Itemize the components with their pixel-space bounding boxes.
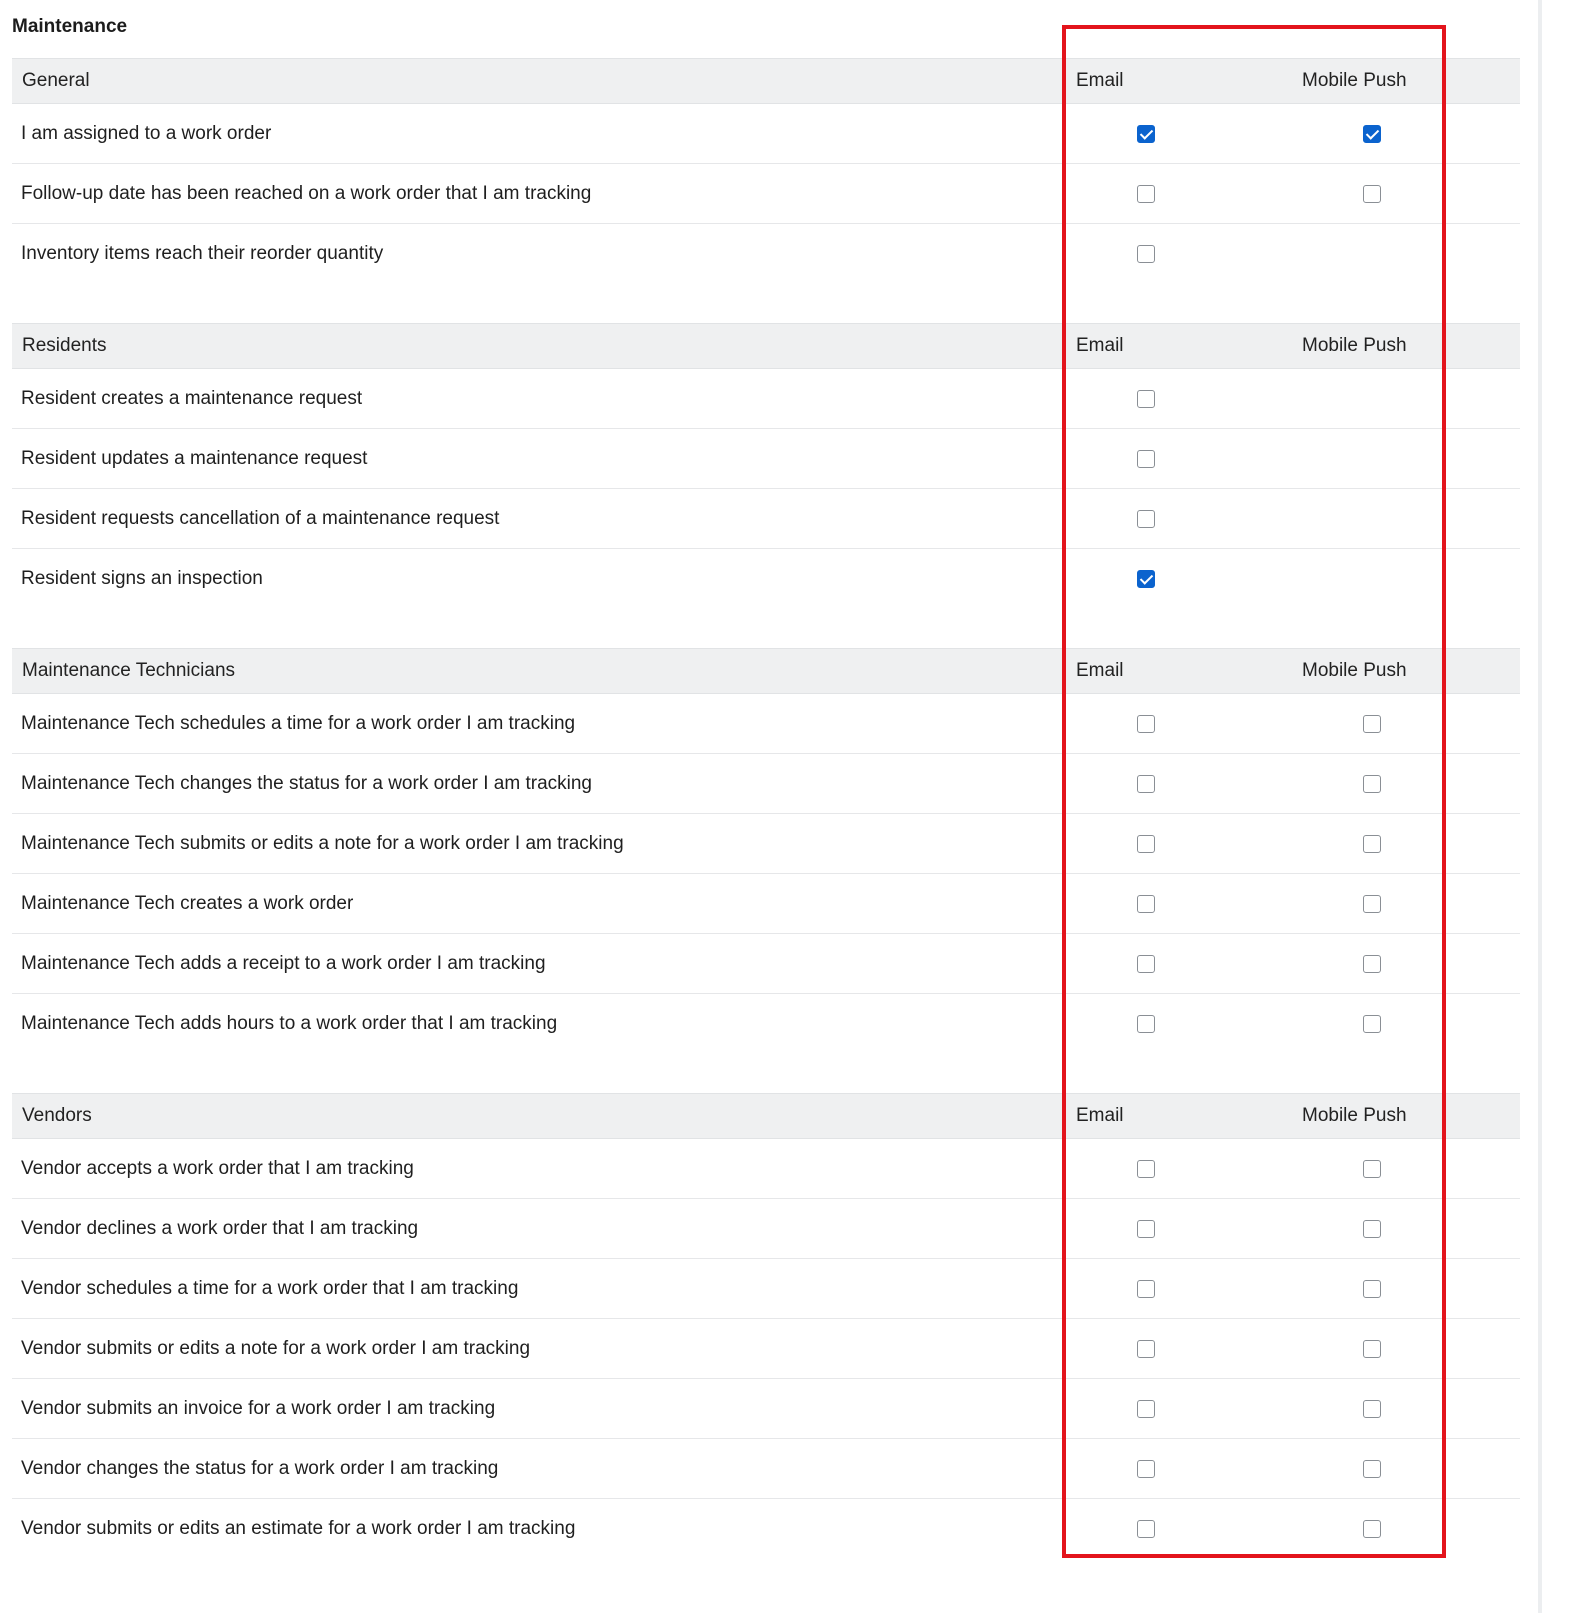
section-title: Maintenance Technicians [22, 660, 236, 681]
email-checkbox[interactable] [1137, 1460, 1155, 1478]
notification-label: Resident requests cancellation of a main… [21, 508, 500, 529]
table-row: Follow-up date has been reached on a wor… [12, 164, 1520, 224]
notification-label: Vendor schedules a time for a work order… [21, 1278, 519, 1299]
table-row: I am assigned to a work order [12, 104, 1520, 164]
mobile-push-checkbox[interactable] [1363, 1340, 1381, 1358]
notification-label: Maintenance Tech schedules a time for a … [21, 713, 576, 734]
email-checkbox[interactable] [1137, 570, 1155, 588]
table-row: Resident requests cancellation of a main… [12, 489, 1520, 549]
table-row: Vendor changes the status for a work ord… [12, 1439, 1520, 1499]
notification-label: Maintenance Tech adds hours to a work or… [21, 1013, 558, 1034]
notification-label: I am assigned to a work order [21, 123, 272, 144]
email-checkbox[interactable] [1137, 245, 1155, 263]
email-checkbox[interactable] [1137, 715, 1155, 733]
email-checkbox[interactable] [1137, 1280, 1155, 1298]
section-header: Maintenance Technicians Email Mobile Push [12, 648, 1520, 694]
notification-label: Inventory items reach their reorder quan… [21, 243, 384, 264]
section-title: Vendors [22, 1105, 92, 1126]
table-row: Maintenance Tech schedules a time for a … [12, 694, 1520, 754]
table-row: Maintenance Tech changes the status for … [12, 754, 1520, 814]
column-header-email: Email [1076, 70, 1124, 91]
section-residents: Residents Email Mobile Push Resident create… [12, 323, 1520, 609]
mobile-push-checkbox[interactable] [1363, 955, 1381, 973]
column-header-mobile-push: Mobile Push [1302, 70, 1407, 91]
table-row: Vendor declines a work order that I am t… [12, 1199, 1520, 1259]
notification-label: Maintenance Tech creates a work order [21, 893, 354, 914]
email-checkbox[interactable] [1137, 1340, 1155, 1358]
table-row: Resident creates a maintenance request [12, 369, 1520, 429]
email-checkbox[interactable] [1137, 125, 1155, 143]
email-checkbox[interactable] [1137, 185, 1155, 203]
column-header-email: Email [1076, 1105, 1124, 1126]
section-title: Residents [22, 335, 107, 356]
notification-label: Resident updates a maintenance request [21, 448, 368, 469]
email-checkbox[interactable] [1137, 835, 1155, 853]
table-row: Maintenance Tech adds hours to a work or… [12, 994, 1520, 1054]
notification-label: Maintenance Tech changes the status for … [21, 773, 593, 794]
table-row: Resident updates a maintenance request [12, 429, 1520, 489]
notification-label: Vendor accepts a work order that I am tr… [21, 1158, 414, 1179]
column-header-email: Email [1076, 660, 1124, 681]
email-checkbox[interactable] [1137, 1220, 1155, 1238]
email-checkbox[interactable] [1137, 955, 1155, 973]
notification-label: Resident signs an inspection [21, 568, 263, 589]
mobile-push-checkbox[interactable] [1363, 185, 1381, 203]
section-maintenance-technicians: Maintenance Technicians Email Mobile Push M… [12, 648, 1520, 1054]
section-header: Vendors Email Mobile Push [12, 1093, 1520, 1139]
table-row: Vendor submits an invoice for a work ord… [12, 1379, 1520, 1439]
mobile-push-checkbox[interactable] [1363, 1220, 1381, 1238]
table-row: Vendor accepts a work order that I am tr… [12, 1139, 1520, 1199]
table-row: Resident signs an inspection [12, 549, 1520, 609]
column-header-mobile-push: Mobile Push [1302, 335, 1407, 356]
email-checkbox[interactable] [1137, 510, 1155, 528]
notification-label: Vendor declines a work order that I am t… [21, 1218, 419, 1239]
email-checkbox[interactable] [1137, 450, 1155, 468]
mobile-push-checkbox[interactable] [1363, 125, 1381, 143]
table-row: Vendor submits or edits an estimate for … [12, 1499, 1520, 1559]
email-checkbox[interactable] [1137, 1160, 1155, 1178]
section-header: General Email Mobile Push [12, 58, 1520, 104]
table-row: Maintenance Tech creates a work order [12, 874, 1520, 934]
email-checkbox[interactable] [1137, 775, 1155, 793]
section-general: General Email Mobile Push I am assigned to … [12, 58, 1520, 284]
notification-label: Follow-up date has been reached on a wor… [21, 183, 592, 204]
table-row: Vendor submits or edits a note for a wor… [12, 1319, 1520, 1379]
table-row: Vendor schedules a time for a work order… [12, 1259, 1520, 1319]
table-row: Maintenance Tech adds a receipt to a wor… [12, 934, 1520, 994]
section-title: General [22, 70, 90, 91]
mobile-push-checkbox[interactable] [1363, 835, 1381, 853]
mobile-push-checkbox[interactable] [1363, 895, 1381, 913]
section-header: Residents Email Mobile Push [12, 323, 1520, 369]
notification-label: Resident creates a maintenance request [21, 388, 363, 409]
mobile-push-checkbox[interactable] [1363, 1280, 1381, 1298]
page-title: Maintenance [12, 16, 128, 37]
table-row: Inventory items reach their reorder quan… [12, 224, 1520, 284]
notification-label: Vendor submits or edits a note for a wor… [21, 1338, 531, 1359]
column-header-mobile-push: Mobile Push [1302, 1105, 1407, 1126]
mobile-push-checkbox[interactable] [1363, 775, 1381, 793]
table-row: Maintenance Tech submits or edits a note… [12, 814, 1520, 874]
column-header-mobile-push: Mobile Push [1302, 660, 1407, 681]
section-vendors: Vendors Email Mobile Push Vendor accepts a … [12, 1093, 1520, 1559]
notification-label: Vendor submits an invoice for a work ord… [21, 1398, 496, 1419]
notification-label: Vendor changes the status for a work ord… [21, 1458, 499, 1479]
mobile-push-checkbox[interactable] [1363, 1460, 1381, 1478]
email-checkbox[interactable] [1137, 1400, 1155, 1418]
email-checkbox[interactable] [1137, 390, 1155, 408]
mobile-push-checkbox[interactable] [1363, 1015, 1381, 1033]
email-checkbox[interactable] [1137, 895, 1155, 913]
mobile-push-checkbox[interactable] [1363, 1520, 1381, 1538]
email-checkbox[interactable] [1137, 1015, 1155, 1033]
column-header-email: Email [1076, 335, 1124, 356]
scrollbar[interactable] [1538, 0, 1542, 1613]
email-checkbox[interactable] [1137, 1520, 1155, 1538]
notification-label: Maintenance Tech submits or edits a note… [21, 833, 624, 854]
notification-label: Maintenance Tech adds a receipt to a wor… [21, 953, 546, 974]
notification-label: Vendor submits or edits an estimate for … [21, 1518, 576, 1539]
mobile-push-checkbox[interactable] [1363, 1400, 1381, 1418]
mobile-push-checkbox[interactable] [1363, 715, 1381, 733]
mobile-push-checkbox[interactable] [1363, 1160, 1381, 1178]
